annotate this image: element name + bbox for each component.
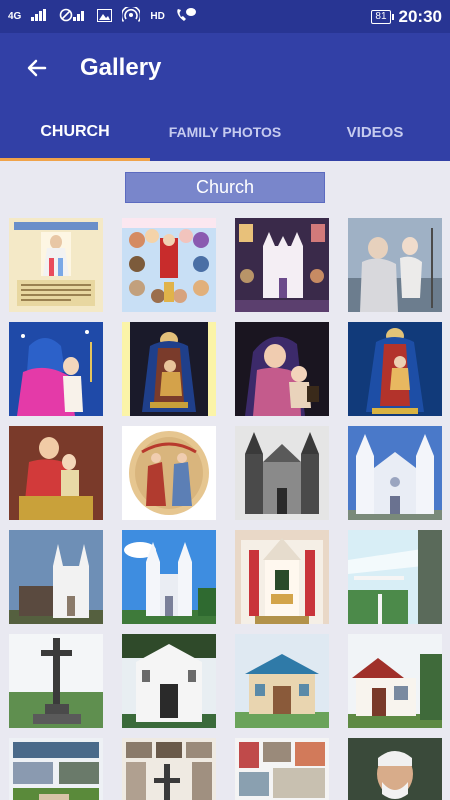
photo-thumbnail[interactable]	[9, 218, 103, 312]
back-button[interactable]	[12, 43, 62, 93]
photo-thumbnail[interactable]	[9, 530, 103, 624]
photo-thumbnail[interactable]	[235, 634, 329, 728]
hotspot-icon	[121, 5, 142, 26]
photo-thumbnail[interactable]	[235, 322, 329, 416]
section-title: Church	[125, 172, 325, 203]
photo-thumbnail[interactable]	[235, 218, 329, 312]
clock: 20:30	[398, 6, 442, 26]
photo-thumbnail[interactable]	[348, 634, 442, 728]
photo-thumbnail[interactable]	[235, 426, 329, 520]
photo-thumbnail[interactable]	[348, 426, 442, 520]
wifi-call-icon	[175, 7, 197, 26]
gallery-content[interactable]: Church	[0, 161, 450, 800]
hd-indicator: HD	[150, 11, 165, 22]
signal-icon	[31, 9, 49, 24]
photo-thumbnail[interactable]	[122, 426, 216, 520]
photo-thumbnail[interactable]	[122, 738, 216, 800]
photo-grid	[9, 218, 442, 800]
photo-thumbnail[interactable]	[348, 738, 442, 800]
app-bar: Gallery	[0, 33, 450, 103]
page-title: Gallery	[80, 54, 162, 81]
photo-thumbnail[interactable]	[9, 634, 103, 728]
photo-thumbnail[interactable]	[9, 426, 103, 520]
photo-thumbnail[interactable]	[235, 530, 329, 624]
photo-thumbnail[interactable]	[122, 634, 216, 728]
photo-thumbnail[interactable]	[235, 738, 329, 800]
tab-church[interactable]: CHURCH	[0, 103, 150, 161]
photo-thumbnail[interactable]	[348, 530, 442, 624]
photo-thumbnail[interactable]	[122, 322, 216, 416]
network-type: 4G	[8, 11, 22, 22]
photo-thumbnail[interactable]	[122, 530, 216, 624]
photo-thumbnail[interactable]	[348, 322, 442, 416]
photo-thumbnail[interactable]	[348, 218, 442, 312]
arrow-left-icon	[27, 59, 47, 77]
tab-bar: CHURCH FAMILY PHOTOS VIDEOS	[0, 103, 450, 161]
photo-thumbnail[interactable]	[122, 218, 216, 312]
photo-thumbnail[interactable]	[9, 322, 103, 416]
battery-indicator: 81	[371, 9, 394, 24]
tab-videos[interactable]: VIDEOS	[300, 103, 450, 161]
image-icon	[97, 8, 113, 25]
status-bar: 4G HD 81 20:30	[0, 0, 450, 33]
photo-thumbnail[interactable]	[9, 738, 103, 800]
no-signal-icon	[59, 8, 87, 25]
tab-family-photos[interactable]: FAMILY PHOTOS	[150, 103, 300, 161]
